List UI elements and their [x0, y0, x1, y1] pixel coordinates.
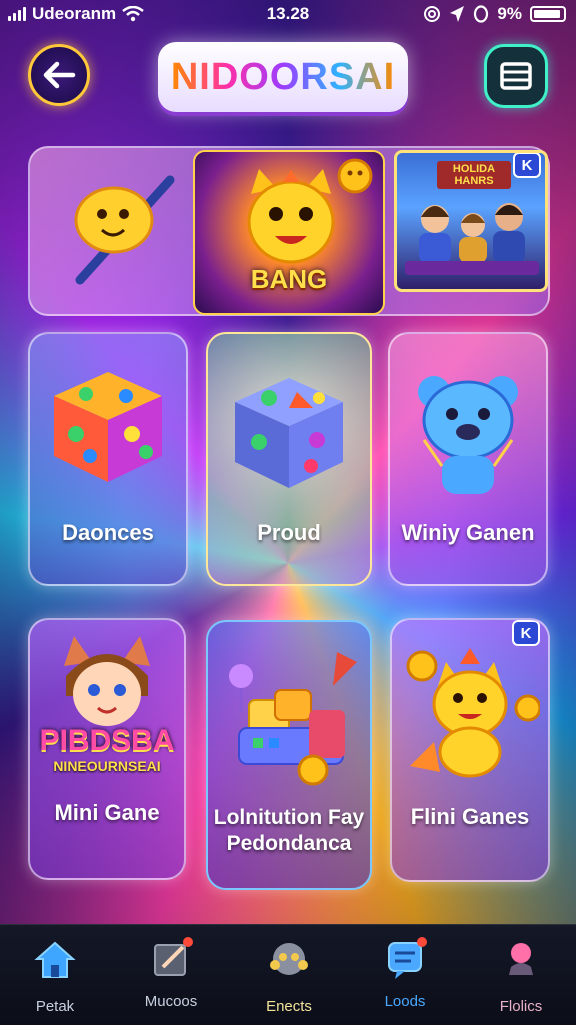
battery-percent: 9%: [497, 4, 522, 23]
arrow-left-icon: [43, 61, 76, 89]
coin-icon: [337, 158, 373, 194]
card-label-line2: Pedondanca: [226, 832, 352, 855]
battery-icon: [530, 6, 566, 22]
blue-bear-art: [418, 376, 518, 494]
card-label: Proud: [257, 520, 321, 545]
bang-banner-text: BANG: [250, 264, 328, 294]
nav-item-enects[interactable]: Enects: [234, 937, 344, 1017]
home-icon: [34, 941, 76, 978]
game-card-proud[interactable]: Proud: [206, 332, 372, 586]
nav-label: Flolics: [499, 998, 543, 1015]
menu-frame-icon: [500, 62, 532, 90]
card-label: Flini Ganes: [410, 804, 530, 829]
notification-dot: [183, 937, 193, 947]
card-label: Daonces: [62, 520, 154, 545]
nav-item-loods[interactable]: Loods: [350, 937, 460, 1017]
bottom-nav: Petak Mucoos Enects Loods Flolics: [0, 924, 576, 1025]
alarm-icon: [474, 5, 489, 23]
photo-banner-text: HOLIDA HANRS: [437, 161, 511, 189]
yellow-cat-art: [406, 648, 540, 778]
app-title-badge: NIDOORSAI: [158, 42, 408, 112]
location-icon: [450, 6, 465, 22]
card-label-line1: Lolnitution Fay: [213, 806, 365, 829]
pin-icon: [509, 943, 533, 975]
notification-dot: [417, 937, 427, 947]
featured-corner-badge: K: [513, 153, 541, 178]
card-label: Mini Gane: [54, 800, 160, 825]
app-title: NIDOORSAI: [170, 55, 396, 98]
game-card-lolnitution[interactable]: Lolnitution Fay Pedondanca: [206, 620, 372, 890]
cat-mascot-art: [247, 169, 335, 264]
nav-item-petak[interactable]: Petak: [0, 937, 110, 1017]
card-corner-badge: K: [512, 620, 540, 646]
mascot-spinner-art: [74, 175, 175, 285]
game-card-mini-gane[interactable]: PIBDSBA NINEOURNSEAI Mini Gane: [28, 618, 186, 880]
nav-item-flolics[interactable]: Flolics: [466, 937, 576, 1017]
back-button[interactable]: [28, 44, 90, 106]
mini-gane-banner-line2: NINEOURNSEAI: [53, 758, 161, 774]
toy-blocks-art: [229, 652, 357, 786]
featured-photo-tile[interactable]: HOLIDA HANRS K: [394, 150, 548, 292]
nav-label: Mucoos: [144, 993, 198, 1010]
at-icon: [424, 6, 441, 22]
game-card-winiy-ganen[interactable]: Winiy Ganen: [388, 332, 548, 586]
nav-label: Loods: [384, 993, 426, 1010]
card-label: Winiy Ganen: [401, 520, 535, 545]
nav-label: Petak: [35, 998, 75, 1015]
rainbow-dice-art: [54, 372, 162, 482]
nav-item-mucoos[interactable]: Mucoos: [116, 937, 226, 1017]
status-bar: Udeoranm 13.28 9%: [0, 0, 576, 28]
status-right: 9%: [423, 4, 566, 24]
mascot-icon: [270, 943, 308, 975]
kids-group-art: [405, 203, 539, 275]
featured-bang-tile[interactable]: BANG: [193, 150, 385, 315]
glowing-cube-art: [235, 378, 343, 488]
cartoon-girl-art: [64, 636, 150, 726]
game-card-daonces[interactable]: Daonces: [28, 332, 188, 586]
nav-label: Enects: [266, 998, 312, 1015]
mini-gane-banner-line1: PIBDSBA: [39, 724, 175, 757]
game-card-flini-ganes[interactable]: K Flini Ganes: [390, 618, 550, 882]
menu-button[interactable]: [484, 44, 548, 108]
